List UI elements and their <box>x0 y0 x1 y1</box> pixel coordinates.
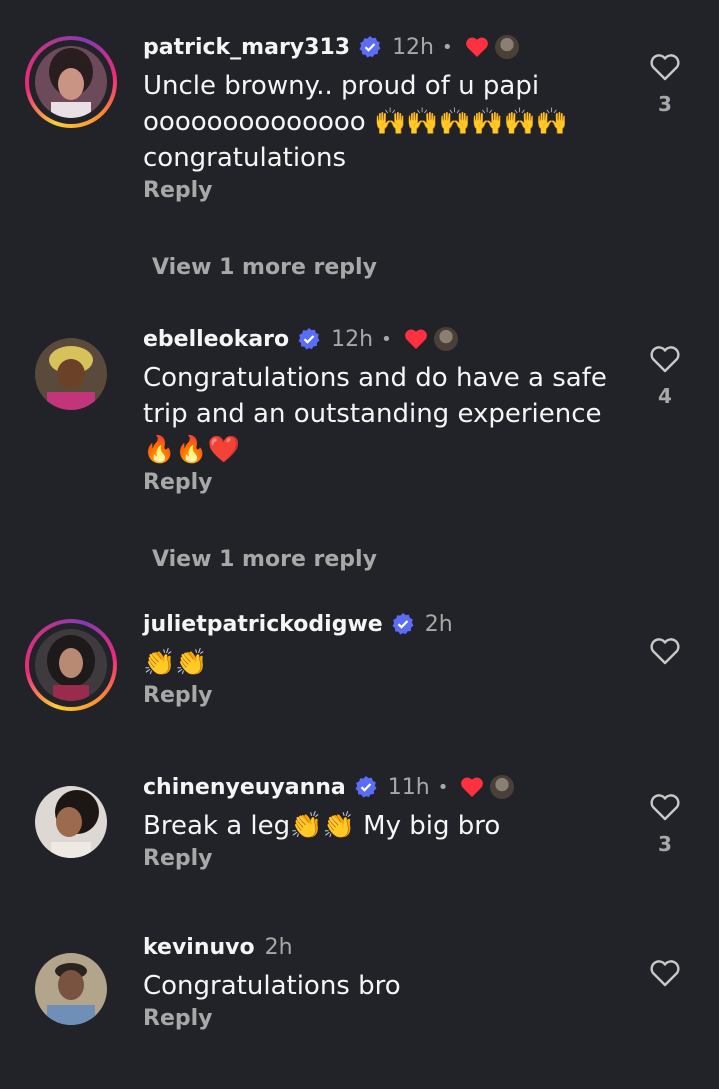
heart-outline-icon[interactable] <box>649 52 681 82</box>
comment-time: 12h <box>331 326 374 352</box>
comment-username[interactable]: kevinuvo <box>143 935 255 960</box>
reply-button[interactable]: Reply <box>143 1006 623 1031</box>
comment-time: 11h <box>387 774 430 800</box>
avatar[interactable] <box>35 338 107 410</box>
comment-time: 2h <box>264 934 293 960</box>
story-ring[interactable] <box>25 619 117 711</box>
view-more-replies-button[interactable]: View 1 more reply <box>152 547 377 572</box>
verified-badge-icon <box>359 36 381 58</box>
reply-button[interactable]: Reply <box>143 470 623 495</box>
avatar[interactable] <box>35 46 107 118</box>
comment-time: 2h <box>424 611 453 637</box>
story-ring[interactable] <box>25 36 117 128</box>
red-heart-icon <box>465 37 488 57</box>
creator-avatar <box>494 35 519 59</box>
heart-outline-icon[interactable] <box>649 344 681 374</box>
comment-username[interactable]: chinenyeuyanna <box>143 775 346 800</box>
reply-button[interactable]: Reply <box>143 178 623 203</box>
separator-dot: • <box>381 328 392 350</box>
separator-dot: • <box>437 776 449 798</box>
like-count: 3 <box>658 92 672 116</box>
avatar-container[interactable] <box>35 786 107 858</box>
comment-text: Break a leg👏👏 My big bro <box>143 811 501 841</box>
comment-username[interactable]: patrick_mary313 <box>143 35 350 60</box>
view-more-replies-button[interactable]: View 1 more reply <box>152 255 377 280</box>
avatar-container[interactable] <box>35 338 107 410</box>
like-count: 3 <box>658 832 672 856</box>
heart-outline-icon[interactable] <box>649 792 681 822</box>
comment-username[interactable]: ebelleokaro <box>143 327 289 352</box>
red-heart-icon <box>461 777 484 797</box>
verified-badge-icon <box>298 328 320 350</box>
comment-text: Uncle browny.. proud of u papi ooooooooo… <box>143 71 577 173</box>
reply-button[interactable]: Reply <box>143 846 623 871</box>
creator-avatar <box>490 775 515 799</box>
verified-badge-icon <box>392 613 414 635</box>
comment-text: Congratulations bro <box>143 971 401 1001</box>
avatar-container[interactable] <box>35 953 107 1025</box>
separator-dot: • <box>442 36 453 58</box>
heart-outline-icon[interactable] <box>649 636 681 666</box>
comment-username[interactable]: julietpatrickodigwe <box>143 612 383 637</box>
avatar[interactable] <box>35 953 107 1025</box>
comment-time: 12h <box>392 34 434 60</box>
reply-button[interactable]: Reply <box>143 683 623 708</box>
heart-outline-icon[interactable] <box>649 958 681 988</box>
comment-text: 👏👏 <box>143 648 208 678</box>
avatar[interactable] <box>35 786 107 858</box>
comment-text: Congratulations and do have a safe trip … <box>143 363 616 465</box>
red-heart-icon <box>404 329 427 349</box>
verified-badge-icon <box>355 776 377 798</box>
creator-avatar <box>433 327 458 351</box>
avatar[interactable] <box>35 629 107 701</box>
like-count: 4 <box>658 384 672 408</box>
